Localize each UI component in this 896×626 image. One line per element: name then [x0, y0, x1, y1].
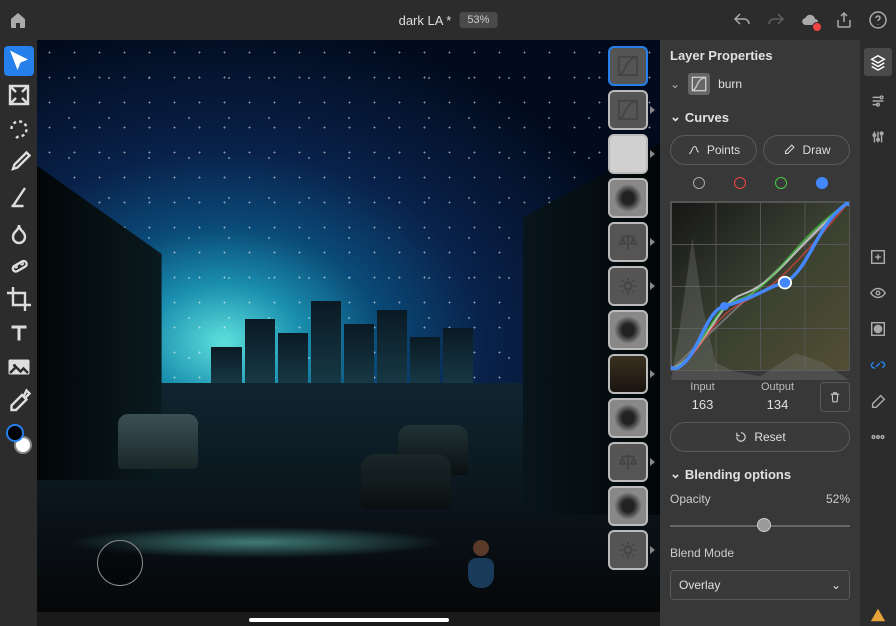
eyedropper-tool[interactable]: [4, 386, 34, 416]
blend-mode-label: Blend Mode: [670, 546, 850, 560]
layer-thumb-curves[interactable]: [608, 46, 648, 86]
eraser-icon[interactable]: [867, 390, 889, 412]
chevron-down-icon[interactable]: ⌄: [670, 77, 680, 91]
zoom-indicator[interactable]: 53%: [459, 12, 497, 28]
properties-panel: Layer Properties ⌄ burn ⌄ Curves Points …: [660, 40, 860, 626]
move-tool[interactable]: [4, 46, 34, 76]
draw-mode-button[interactable]: Draw: [763, 135, 850, 165]
cloud-sync-icon[interactable]: [800, 10, 820, 30]
layer-thumb-mask[interactable]: [608, 178, 648, 218]
curves-section-header[interactable]: ⌄ Curves: [670, 109, 850, 125]
type-tool[interactable]: [4, 318, 34, 348]
left-toolbar: [0, 40, 37, 626]
transform-tool[interactable]: [4, 80, 34, 110]
place-image-tool[interactable]: [4, 352, 34, 382]
channel-selector: [670, 175, 850, 191]
more-icon[interactable]: [867, 426, 889, 448]
healing-tool[interactable]: [4, 250, 34, 280]
warning-icon[interactable]: [867, 604, 889, 626]
channel-green[interactable]: [775, 177, 787, 189]
layer-name: burn: [718, 77, 742, 91]
right-rail: [860, 40, 896, 626]
points-mode-button[interactable]: Points: [670, 135, 757, 165]
layer-thumb-balance[interactable]: [608, 442, 648, 482]
curves-graph[interactable]: [670, 201, 850, 371]
home-indicator[interactable]: [249, 618, 449, 622]
blending-section-header[interactable]: ⌄ Blending options: [670, 466, 850, 482]
mask-icon[interactable]: [867, 318, 889, 340]
layer-thumb-exposure[interactable]: [608, 530, 648, 570]
chevron-down-icon: ⌄: [670, 466, 681, 482]
input-value: Input 163: [670, 381, 735, 412]
document-image: [37, 40, 660, 612]
visibility-icon[interactable]: [867, 282, 889, 304]
layers-panel-icon[interactable]: [864, 48, 892, 76]
adjustments-panel-icon[interactable]: [867, 126, 889, 148]
chevron-down-icon: ⌄: [670, 109, 681, 125]
blend-mode-select[interactable]: Overlay ⌄: [670, 570, 850, 600]
redo-icon[interactable]: [766, 10, 786, 30]
layer-thumb-mask[interactable]: [608, 486, 648, 526]
smudge-tool[interactable]: [4, 216, 34, 246]
link-icon[interactable]: [867, 354, 889, 376]
adjustment-icon: [688, 73, 710, 95]
canvas[interactable]: [37, 40, 660, 626]
channel-rgb[interactable]: [693, 177, 705, 189]
clone-tool[interactable]: [4, 182, 34, 212]
layers-thumbnails: [604, 46, 660, 620]
undo-icon[interactable]: [732, 10, 752, 30]
help-icon[interactable]: [868, 10, 888, 30]
chevron-down-icon: ⌄: [831, 578, 841, 592]
top-bar: dark LA * 53%: [0, 0, 896, 40]
layer-thumb-curves[interactable]: [608, 90, 648, 130]
layer-thumb-image[interactable]: [608, 354, 648, 394]
channel-blue[interactable]: [816, 177, 828, 189]
output-value: Output 134: [745, 381, 810, 412]
layer-thumb-exposure[interactable]: [608, 266, 648, 306]
opacity-slider[interactable]: [670, 516, 850, 536]
layer-thumb-mask[interactable]: [608, 310, 648, 350]
panel-title: Layer Properties: [670, 48, 850, 63]
lasso-tool[interactable]: [4, 114, 34, 144]
reset-button[interactable]: Reset: [670, 422, 850, 452]
touch-nav-circle[interactable]: [97, 540, 143, 586]
layer-thumb-balance[interactable]: [608, 222, 648, 262]
crop-tool[interactable]: [4, 284, 34, 314]
layer-thumb-mask[interactable]: [608, 398, 648, 438]
home-icon[interactable]: [8, 10, 28, 30]
channel-red[interactable]: [734, 177, 746, 189]
document-title: dark LA *: [399, 13, 452, 28]
share-icon[interactable]: [834, 10, 854, 30]
color-wells[interactable]: [6, 424, 32, 454]
current-layer-row: ⌄ burn: [670, 73, 850, 95]
delete-point-button[interactable]: [820, 382, 850, 412]
properties-panel-icon[interactable]: [867, 90, 889, 112]
add-layer-icon[interactable]: [867, 246, 889, 268]
opacity-label: Opacity: [670, 492, 711, 506]
foreground-color[interactable]: [6, 424, 24, 442]
brush-tool[interactable]: [4, 148, 34, 178]
opacity-value: 52%: [826, 492, 850, 506]
layer-thumb-image[interactable]: [608, 134, 648, 174]
